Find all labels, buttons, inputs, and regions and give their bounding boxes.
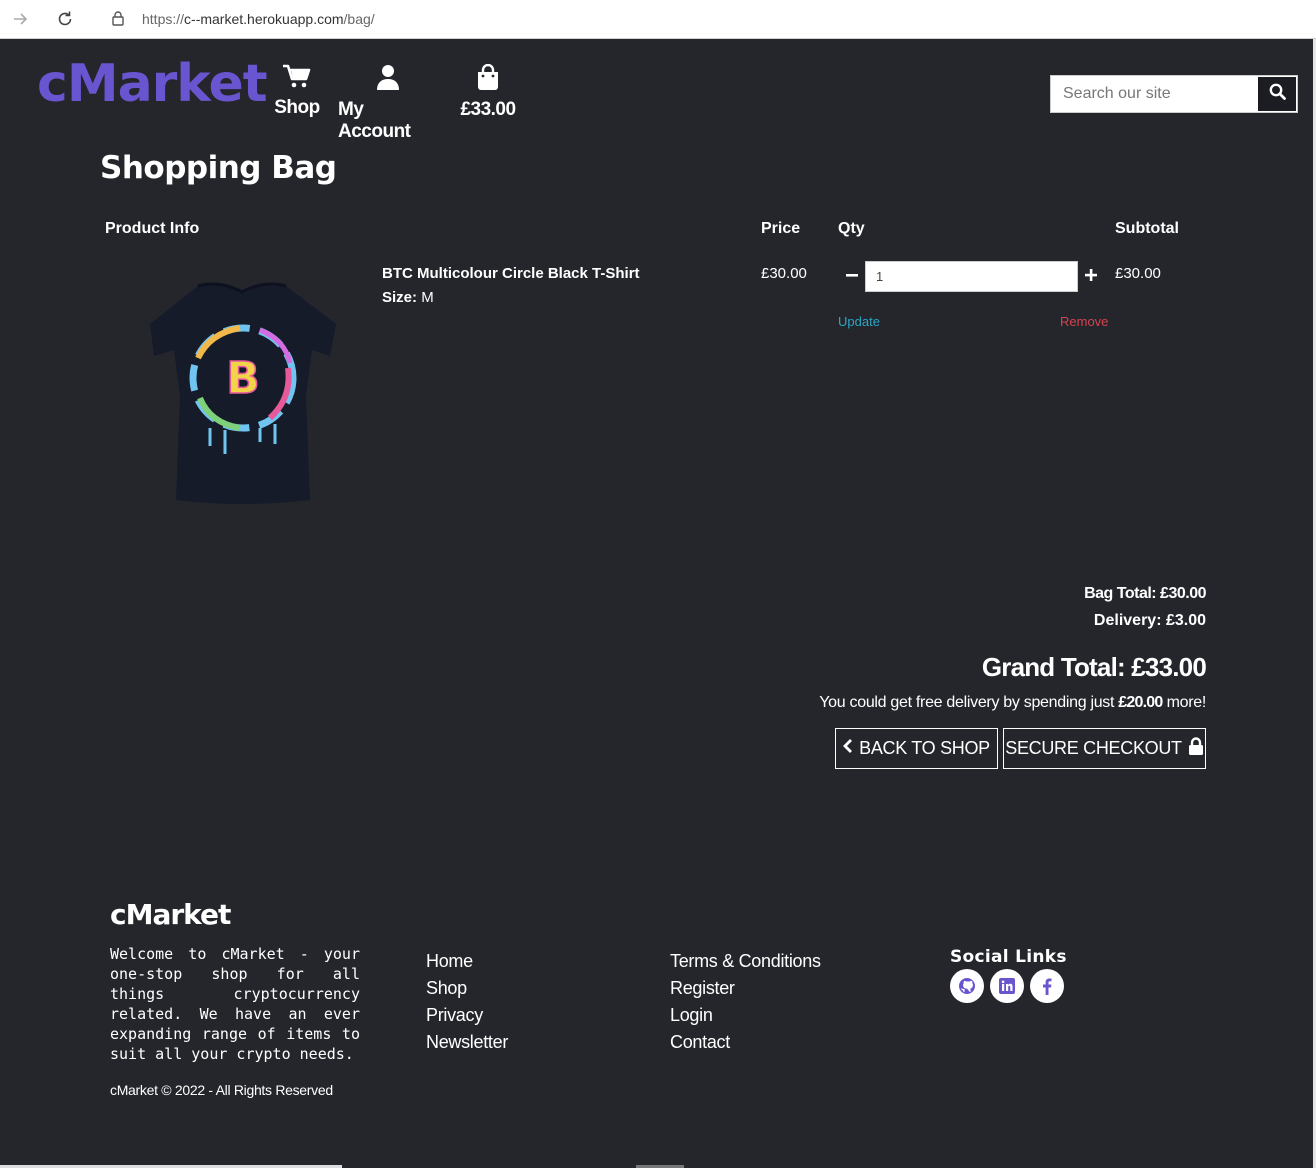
url-text: https://c--market.herokuapp.com/bag/ (142, 11, 375, 27)
address-bar[interactable]: https://c--market.herokuapp.com/bag/ (92, 4, 1316, 34)
header-subtotal: Subtotal (1115, 220, 1179, 237)
chevron-left-icon (843, 738, 853, 759)
footer-about-text: Welcome to cMarket - your one-stop shop … (110, 945, 360, 1063)
product-subtotal: £30.00 (1115, 265, 1161, 282)
footer-link-shop[interactable]: Shop (426, 977, 508, 999)
secure-checkout-button[interactable]: SECURE CHECKOUT (1003, 728, 1206, 769)
footer-link-home[interactable]: Home (426, 950, 508, 972)
product-size: Size: M (382, 289, 434, 306)
forward-icon[interactable] (9, 7, 33, 31)
product-name: BTC Multicolour Circle Black T-Shirt (382, 265, 640, 282)
remove-link[interactable]: Remove (1060, 314, 1108, 329)
browser-toolbar: https://c--market.herokuapp.com/bag/ (0, 0, 1316, 39)
social-links-title: Social Links (950, 947, 1067, 967)
nav-my-account[interactable]: My Account (338, 64, 438, 143)
search-form (1050, 75, 1298, 113)
github-icon[interactable] (950, 969, 984, 1003)
nav-account-label: My Account (338, 99, 411, 142)
header-product-info: Product Info (105, 220, 200, 237)
shopping-bag-icon (476, 63, 500, 95)
search-button[interactable] (1257, 76, 1297, 112)
product-image: B (140, 278, 345, 506)
footer-links-secondary: Terms & Conditions Register Login Contac… (670, 950, 821, 1053)
footer-logo: cMarket (110, 898, 231, 931)
bag-total: Bag Total: £30.00 (1084, 585, 1206, 602)
nav-shop-label: Shop (274, 97, 320, 118)
qty-decrement-button[interactable] (844, 267, 860, 287)
free-delivery-notice: You could get free delivery by spending … (819, 694, 1206, 711)
footer-link-contact[interactable]: Contact (670, 1031, 821, 1053)
update-link[interactable]: Update (838, 314, 880, 329)
facebook-icon[interactable] (1030, 969, 1064, 1003)
nav-bag-total: £33.00 (460, 99, 516, 120)
back-to-shop-label: BACK TO SHOP (859, 738, 990, 758)
footer-link-login[interactable]: Login (670, 1004, 821, 1026)
back-to-shop-button[interactable]: BACK TO SHOP (835, 728, 998, 769)
nav-bag[interactable]: £33.00 (455, 63, 521, 121)
svg-text:B: B (226, 353, 260, 404)
lock-icon (112, 11, 124, 31)
lock-icon (1188, 737, 1204, 760)
product-price: £30.00 (761, 265, 807, 282)
footer-link-terms[interactable]: Terms & Conditions (670, 950, 821, 972)
page-title: Shopping Bag (100, 150, 337, 186)
header-qty: Qty (838, 220, 865, 237)
site-logo[interactable]: cMarket (37, 58, 268, 110)
qty-input[interactable] (865, 261, 1078, 292)
search-input[interactable] (1051, 76, 1258, 112)
secure-checkout-label: SECURE CHECKOUT (1005, 738, 1182, 758)
cart-icon (282, 64, 312, 93)
footer-link-newsletter[interactable]: Newsletter (426, 1031, 508, 1053)
minus-icon (846, 268, 858, 286)
footer-link-privacy[interactable]: Privacy (426, 1004, 508, 1026)
plus-icon (1085, 268, 1097, 286)
nav-shop[interactable]: Shop (272, 64, 322, 119)
search-icon (1269, 83, 1286, 105)
grand-total: Grand Total: £33.00 (981, 652, 1207, 682)
social-links (950, 969, 1064, 1003)
reload-icon[interactable] (53, 7, 77, 31)
linkedin-icon[interactable] (990, 969, 1024, 1003)
copyright: cMarket © 2022 - All Rights Reserved (110, 1082, 333, 1098)
qty-increment-button[interactable] (1083, 267, 1099, 287)
footer-link-register[interactable]: Register (670, 977, 821, 999)
footer-links-primary: Home Shop Privacy Newsletter (426, 950, 508, 1053)
delivery-cost: Delivery: £3.00 (1093, 612, 1206, 629)
header-price: Price (761, 220, 801, 237)
user-icon (376, 64, 400, 95)
